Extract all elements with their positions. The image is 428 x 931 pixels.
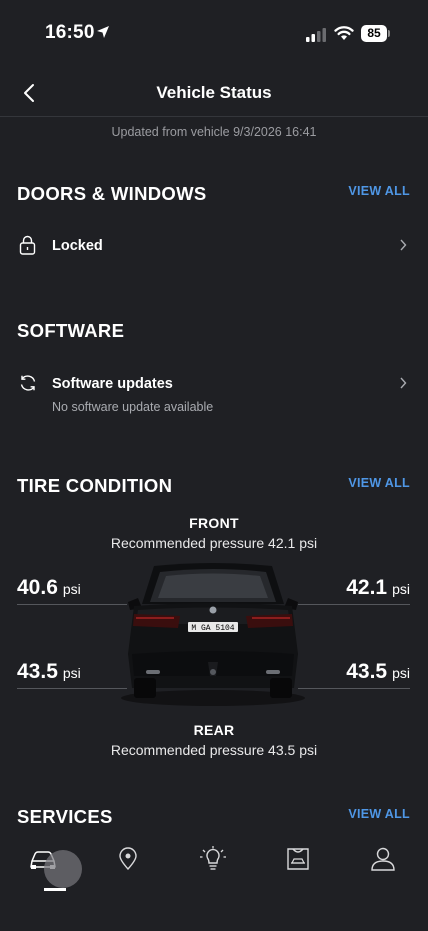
battery-icon: 85 — [361, 25, 390, 42]
tire-unit: psi — [62, 665, 81, 681]
lightbulb-icon — [200, 846, 226, 870]
map-pin-icon — [119, 847, 137, 871]
doors-lock-row[interactable]: Locked — [0, 230, 428, 262]
cellular-signal-icon — [306, 28, 326, 42]
services-heading: SERVICES — [17, 806, 113, 827]
tire-condition-heading: TIRE CONDITION — [17, 475, 173, 496]
software-updates-row[interactable]: Software updates No software update avai… — [0, 370, 428, 415]
vehicle-rear-image: M GA 5104 — [121, 563, 305, 706]
front-left-divider — [17, 604, 127, 605]
front-right-divider — [298, 604, 410, 605]
active-tab-indicator — [44, 888, 66, 891]
refresh-icon — [20, 375, 36, 391]
tire-rear-right-value: 43.5 — [346, 660, 388, 683]
software-updates-label: Software updates — [52, 376, 173, 392]
doors-view-all-link[interactable]: VIEW ALL — [348, 184, 410, 198]
chevron-right-icon — [400, 377, 407, 389]
license-plate-text: M GA 5104 — [191, 624, 234, 633]
last-updated-text: Updated from vehicle 9/3/2026 16:41 — [111, 125, 317, 139]
tab-ideas[interactable] — [183, 844, 243, 884]
tire-front-right-value: 42.1 — [346, 576, 388, 599]
rear-recommended-pressure: Recommended pressure 43.5 psi — [110, 742, 318, 758]
tire-front-left-value: 40.6 — [17, 576, 58, 599]
doors-windows-heading: DOORS & WINDOWS — [17, 183, 207, 204]
chevron-right-icon — [400, 239, 407, 251]
software-heading: SOFTWARE — [17, 320, 125, 341]
assistive-touch-button[interactable] — [44, 850, 82, 888]
rear-right-divider — [298, 688, 410, 689]
front-label: FRONT — [189, 515, 239, 531]
tire-rear-right: 43.5 psi — [346, 660, 410, 684]
tab-shop[interactable] — [268, 844, 328, 884]
tab-profile[interactable] — [353, 844, 413, 884]
profile-icon — [371, 847, 395, 871]
lock-status-label: Locked — [52, 238, 103, 254]
tab-map[interactable] — [98, 844, 158, 884]
software-update-status: No software update available — [52, 400, 214, 414]
status-bar: 16:50 85 — [0, 0, 428, 70]
tire-front-right: 42.1 psi — [346, 576, 410, 600]
rear-label: REAR — [193, 722, 235, 738]
tires-view-all-link[interactable]: VIEW ALL — [348, 476, 410, 490]
tire-rear-left-value: 43.5 — [17, 660, 58, 683]
status-time: 16:50 — [45, 22, 95, 43]
shop-icon — [287, 848, 309, 870]
location-arrow-icon — [97, 26, 109, 38]
tire-front-left: 40.6 psi — [17, 576, 81, 600]
tire-unit: psi — [392, 665, 410, 681]
front-recommended-pressure: Recommended pressure 42.1 psi — [110, 535, 318, 551]
wifi-icon — [334, 26, 354, 40]
navigation-bar: Vehicle Status — [0, 70, 428, 117]
rear-left-divider — [17, 688, 127, 689]
padlock-icon — [19, 235, 36, 255]
services-view-all-link[interactable]: VIEW ALL — [348, 807, 410, 821]
tire-rear-left: 43.5 psi — [17, 660, 81, 684]
tire-unit: psi — [392, 581, 410, 597]
page-title: Vehicle Status — [156, 83, 272, 102]
battery-level: 85 — [361, 25, 387, 42]
tire-unit: psi — [62, 581, 81, 597]
